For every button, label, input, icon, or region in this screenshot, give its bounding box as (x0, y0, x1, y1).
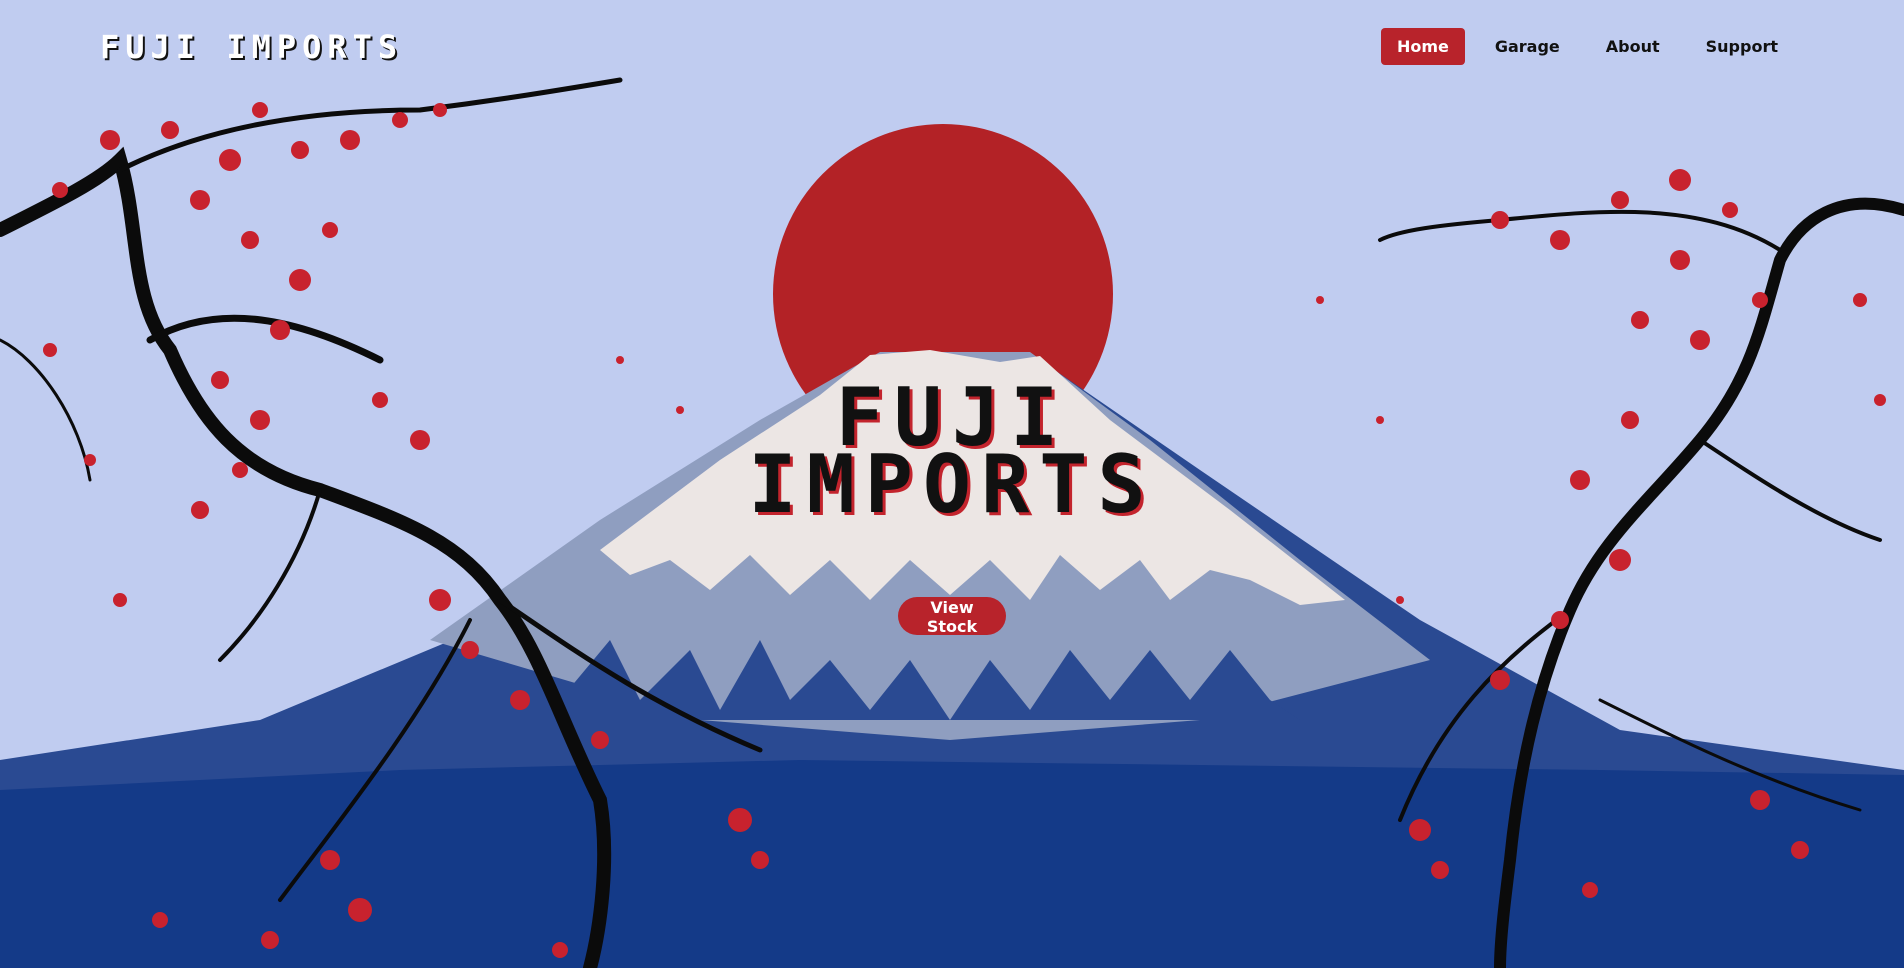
view-stock-button[interactable]: View Stock (898, 597, 1006, 636)
main-nav: Home Garage About Support (1380, 28, 1794, 65)
site-logo[interactable]: FUJI IMPORTS (100, 28, 403, 66)
hero-title-line2: IMPORTS (748, 438, 1156, 531)
nav-home-link[interactable]: Home (1380, 28, 1465, 65)
nav-garage-link[interactable]: Garage (1479, 28, 1576, 65)
nav-about-link[interactable]: About (1590, 28, 1676, 65)
nav-support-link[interactable]: Support (1690, 28, 1794, 65)
